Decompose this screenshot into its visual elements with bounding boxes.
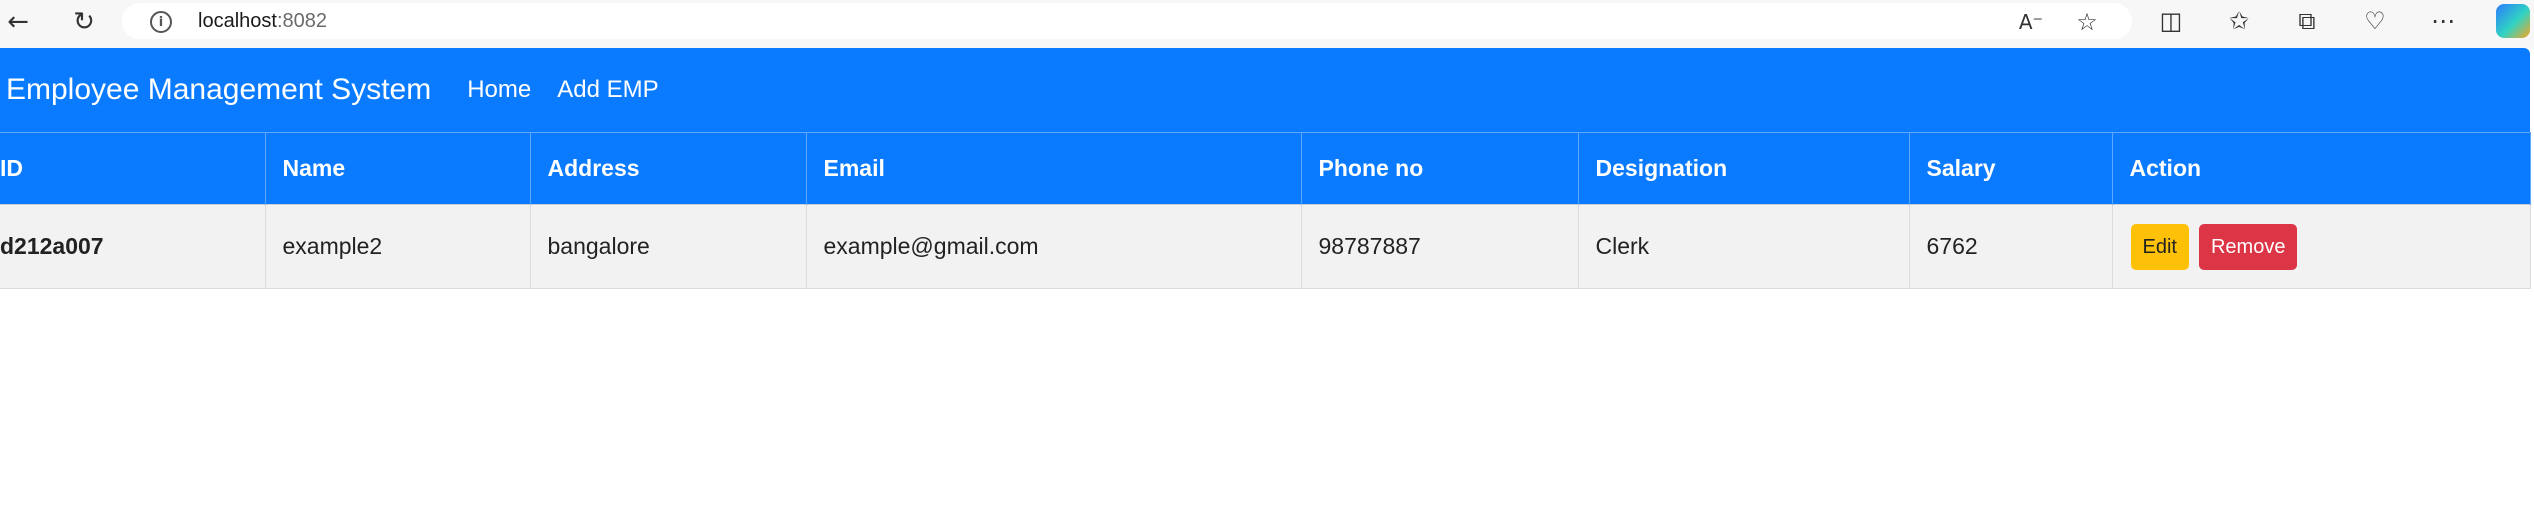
header-id: ID — [0, 132, 266, 205]
cell-phone: 98787887 — [1301, 204, 1579, 289]
read-aloud-icon[interactable]: A⁻ — [2016, 7, 2046, 37]
url-text[interactable]: localhost:8082 — [198, 10, 327, 33]
url-host: localhost — [198, 10, 277, 32]
info-icon[interactable]: i — [150, 11, 172, 33]
collections-icon[interactable]: ⧉ — [2292, 6, 2322, 36]
table-header-row: ID Name Address Email Phone no Designati… — [0, 132, 2531, 205]
header-address: Address — [530, 132, 807, 205]
header-designation: Designation — [1578, 132, 1910, 205]
browser-essentials-icon[interactable]: ♡ — [2360, 6, 2390, 36]
employee-table: ID Name Address Email Phone no Designati… — [0, 132, 2531, 289]
navbar-brand[interactable]: Employee Management System — [6, 73, 431, 107]
header-action: Action — [2112, 132, 2531, 205]
cell-id: d212a007 — [0, 204, 266, 289]
browser-tools: ◫ ✩ ⧉ ♡ ⋯ — [2156, 4, 2530, 38]
address-actions: A⁻ ☆ — [2016, 7, 2102, 37]
app-navbar: Employee Management System Home Add EMP — [0, 48, 2530, 132]
header-phone: Phone no — [1301, 132, 1579, 205]
header-name: Name — [265, 132, 531, 205]
favorite-star-icon[interactable]: ☆ — [2072, 7, 2102, 37]
cell-action: Edit Remove — [2112, 204, 2531, 289]
url-port: :8082 — [276, 10, 327, 32]
remove-button[interactable]: Remove — [2198, 223, 2298, 270]
split-screen-icon[interactable]: ◫ — [2156, 6, 2186, 36]
cell-email: example@gmail.com — [806, 204, 1302, 289]
header-salary: Salary — [1909, 132, 2113, 205]
refresh-icon[interactable]: ↻ — [60, 2, 108, 42]
cell-designation: Clerk — [1578, 204, 1910, 289]
favorites-icon[interactable]: ✩ — [2224, 6, 2254, 36]
more-icon[interactable]: ⋯ — [2428, 6, 2458, 36]
nav-link-add-emp[interactable]: Add EMP — [557, 76, 658, 104]
nav-link-home[interactable]: Home — [467, 76, 531, 104]
table-row: d212a007 example2 bangalore example@gmai… — [0, 204, 2531, 289]
header-email: Email — [806, 132, 1302, 205]
copilot-icon[interactable] — [2496, 4, 2530, 38]
cell-salary: 6762 — [1909, 204, 2113, 289]
back-icon[interactable]: ← — [0, 2, 42, 42]
browser-toolbar: ← ↻ i localhost:8082 A⁻ ☆ ◫ ✩ ⧉ ♡ ⋯ — [0, 0, 2534, 48]
edit-button[interactable]: Edit — [2130, 223, 2189, 270]
address-bar[interactable]: i localhost:8082 A⁻ ☆ — [122, 3, 2132, 39]
cell-name: example2 — [265, 204, 531, 289]
cell-address: bangalore — [530, 204, 807, 289]
